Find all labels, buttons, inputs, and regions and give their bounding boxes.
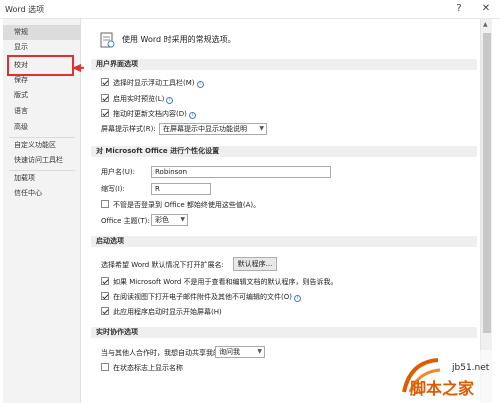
checkbox-row-update-drag[interactable]: 拖动时更新文档内容(D) i (101, 108, 196, 120)
info-icon: i (293, 295, 301, 302)
section-personalize: 对 Microsoft Office 进行个性化设置 (91, 146, 477, 157)
close-button[interactable]: ✕ (477, 1, 495, 17)
checkbox-row-show-names[interactable]: 在状态标志上显示名称 (101, 362, 183, 374)
reading-view-label: 在阅读视图下打开电子邮件附件及其他不可编辑的文件(O) (113, 293, 292, 301)
default-program-label: 选择希望 Word 默认情况下打开扩展名: (101, 261, 224, 269)
info-icon: i (188, 112, 196, 119)
section-ui-options: 用户界面选项 (91, 59, 477, 70)
title-bar: Word 选项 ? ✕ (0, 0, 500, 19)
sidebar-item-add-ins[interactable]: 加载项 (3, 171, 81, 186)
always-use-checkbox[interactable] (101, 200, 109, 208)
username-field[interactable]: Robinson (151, 166, 331, 178)
options-content: 使用 Word 时采用的常规选项。 用户界面选项 选择时显示浮动工具栏(M) i … (84, 19, 479, 403)
default-program-warn-checkbox[interactable] (101, 277, 109, 285)
share-changes-select[interactable]: 询问我 ▼ (215, 346, 265, 358)
checkbox-row-always-use[interactable]: 不管是否登录到 Office 都始终使用这些值(A)。 (101, 199, 260, 211)
theme-label: Office 主题(T): (101, 217, 150, 225)
chevron-down-icon: ▼ (180, 216, 185, 223)
highlight-box (7, 55, 74, 76)
reading-view-checkbox[interactable] (101, 292, 109, 300)
screen-tip-label: 屏幕提示样式(R): (101, 125, 156, 133)
checkbox-row-start-screen[interactable]: 此应用程序启动时显示开始屏幕(H) (101, 306, 222, 318)
mini-toolbar-checkbox[interactable] (101, 78, 109, 86)
live-preview-checkbox[interactable] (101, 94, 109, 102)
sidebar-item-trust-center[interactable]: 信任中心 (3, 186, 81, 201)
always-use-label: 不管是否登录到 Office 都始终使用这些值(A)。 (113, 201, 261, 209)
show-names-label: 在状态标志上显示名称 (113, 364, 183, 372)
settings-doc-icon (100, 32, 115, 48)
chevron-down-icon: ▼ (257, 348, 262, 355)
username-label: 用户名(U): (101, 168, 135, 176)
info-icon: i (166, 97, 174, 104)
theme-select[interactable]: 彩色 ▼ (151, 214, 188, 226)
watermark-site: jb51.net (452, 363, 490, 373)
initials-field[interactable]: R (151, 183, 211, 195)
share-changes-value: 询问我 (219, 348, 240, 356)
watermark-brand: 脚本之家 (410, 379, 475, 398)
section-startup: 启动选项 (91, 236, 477, 247)
screen-tip-select[interactable]: 在屏幕提示中显示功能说明 ▼ (159, 123, 267, 135)
scrollbar-thumb[interactable] (483, 33, 491, 333)
sidebar-item-customize-ribbon[interactable]: 自定义功能区 (3, 138, 81, 153)
start-screen-label: 此应用程序启动时显示开始屏幕(H) (113, 308, 222, 316)
update-drag-checkbox[interactable] (101, 109, 109, 117)
help-button[interactable]: ? (450, 1, 468, 17)
start-screen-checkbox[interactable] (101, 307, 109, 315)
sidebar-item-language[interactable]: 语言 (3, 104, 81, 119)
sidebar-item-advanced[interactable]: 高级 (3, 120, 81, 135)
default-program-warn-label: 如果 Microsoft Word 不是用于查看和编辑文档的默认程序，则告诉我。 (113, 278, 338, 286)
sidebar-item-display[interactable]: 显示 (3, 40, 81, 55)
mini-toolbar-label: 选择时显示浮动工具栏(M) (113, 79, 195, 87)
screen-tip-value: 在屏幕提示中显示功能说明 (163, 125, 247, 133)
scroll-up-icon[interactable]: ▲ (483, 21, 488, 28)
show-names-checkbox[interactable] (101, 363, 109, 371)
checkbox-row-live-preview[interactable]: 启用实时预览(L) i (101, 93, 174, 105)
window-title: Word 选项 (5, 5, 45, 14)
checkbox-row-default-program-warn[interactable]: 如果 Microsoft Word 不是用于查看和编辑文档的默认程序，则告诉我。 (101, 276, 338, 288)
sidebar-item-layout[interactable]: 版式 (3, 88, 81, 103)
page-intro: 使用 Word 时采用的常规选项。 (122, 35, 236, 44)
sidebar-item-general[interactable]: 常规 (3, 25, 81, 40)
info-icon: i (196, 81, 204, 88)
theme-value: 彩色 (155, 216, 169, 224)
options-sidebar: 常规 显示 校对 保存 版式 语言 高级 自定义功能区 快速访问工具栏 加载项 … (3, 19, 81, 403)
live-preview-label: 启用实时预览(L) (113, 95, 165, 103)
vertical-scrollbar[interactable]: ▲ (480, 19, 492, 403)
section-collab: 实时协作选项 (91, 327, 477, 338)
chevron-down-icon: ▼ (259, 125, 264, 132)
initials-label: 缩写(I): (101, 185, 125, 193)
update-drag-label: 拖动时更新文档内容(D) (113, 110, 187, 118)
checkbox-row-mini-toolbar[interactable]: 选择时显示浮动工具栏(M) i (101, 77, 204, 89)
checkbox-row-reading-view[interactable]: 在阅读视图下打开电子邮件附件及其他不可编辑的文件(O) i (101, 291, 301, 303)
default-programs-button[interactable]: 默认程序... (233, 257, 277, 271)
sidebar-item-quick-access[interactable]: 快速访问工具栏 (3, 153, 81, 168)
